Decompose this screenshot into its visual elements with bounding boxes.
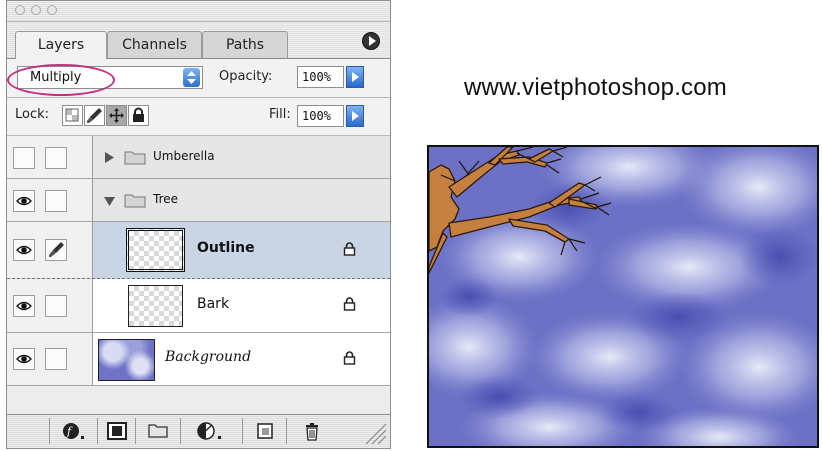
collapse-triangle-icon[interactable] — [104, 197, 115, 206]
right-arrow-icon — [352, 72, 359, 82]
padlock-icon — [133, 107, 144, 122]
cloud-tree-image — [429, 147, 817, 446]
tab-paths-label: Paths — [225, 37, 265, 53]
website-caption: www.vietphotoshop.com — [464, 74, 727, 101]
lock-fill-row: Lock: Fill: 100% — [7, 98, 390, 136]
blend-mode-select[interactable]: Multiply — [17, 66, 203, 89]
layer-style-icon: f — [63, 423, 84, 439]
blend-mode-value: Multiply — [30, 70, 82, 85]
folder-icon — [148, 424, 168, 438]
layer-thumbnail[interactable] — [126, 228, 185, 272]
link-toggle[interactable] — [45, 147, 67, 169]
link-toggle[interactable] — [45, 295, 67, 317]
expand-triangle-icon[interactable] — [105, 152, 114, 163]
adjustment-layer-icon — [197, 422, 221, 440]
tab-paths[interactable]: Paths — [202, 31, 288, 58]
move-icon — [109, 108, 124, 123]
close-window-button[interactable] — [15, 5, 25, 15]
add-layer-style-button[interactable]: f — [49, 418, 98, 444]
lock-icon — [343, 351, 356, 365]
visibility-toggle[interactable] — [13, 147, 35, 169]
layer-thumbnail[interactable] — [128, 285, 183, 327]
new-adjustment-layer-button[interactable] — [180, 418, 243, 444]
palette-menu-arrow-icon — [369, 36, 376, 46]
delete-layer-button[interactable] — [286, 418, 339, 444]
lock-icon — [343, 242, 356, 256]
layers-list-empty-area — [7, 386, 390, 415]
fill-label: Fill: — [269, 107, 291, 122]
layer-mask-icon — [107, 422, 127, 440]
layer-row-background[interactable]: Background — [7, 333, 390, 386]
opacity-slider-button[interactable] — [346, 66, 364, 88]
layers-list: Umberella Tree Outline Bark Background — [7, 136, 390, 415]
lock-label: Lock: — [15, 107, 50, 122]
checker-icon — [65, 108, 79, 122]
minimize-window-button[interactable] — [31, 5, 41, 15]
layer-row-umberella[interactable]: Umberella — [7, 136, 390, 179]
tab-layers[interactable]: Layers — [15, 31, 107, 59]
visibility-toggle[interactable] — [13, 190, 35, 212]
lock-image-pixels-button[interactable] — [84, 105, 105, 126]
palette-bottom-toolbar: f — [7, 414, 390, 448]
layers-palette: Channels Paths Layers Multiply Opacity: … — [6, 0, 391, 449]
palette-tab-strip: Channels Paths Layers — [7, 22, 390, 59]
right-arrow-icon — [352, 111, 359, 121]
layer-name: Tree — [153, 192, 179, 206]
lock-all-button[interactable] — [128, 105, 149, 126]
brush-icon — [87, 108, 102, 123]
trash-icon — [306, 423, 318, 441]
visibility-toggle[interactable] — [13, 295, 35, 317]
palette-titlebar — [7, 1, 390, 22]
layer-gutter — [7, 136, 93, 178]
layer-gutter — [7, 222, 93, 278]
resize-grip-icon[interactable] — [362, 420, 388, 446]
link-toggle[interactable] — [45, 239, 67, 261]
folder-icon — [124, 151, 146, 165]
eye-icon — [16, 196, 32, 206]
lock-transparency-button[interactable] — [62, 105, 83, 126]
tab-layers-label: Layers — [37, 37, 85, 53]
lock-position-button[interactable] — [106, 105, 127, 126]
visibility-toggle[interactable] — [13, 348, 35, 370]
opacity-field[interactable]: 100% — [297, 66, 344, 88]
layer-name: Outline — [197, 240, 255, 256]
opacity-label: Opacity: — [219, 69, 273, 84]
add-layer-mask-button[interactable] — [97, 418, 136, 444]
image-canvas — [427, 145, 819, 448]
lock-icon — [343, 297, 356, 311]
eye-icon — [16, 354, 32, 364]
blend-mode-stepper-icon — [183, 68, 200, 87]
fill-field[interactable]: 100% — [297, 105, 344, 127]
zoom-window-button[interactable] — [47, 5, 57, 15]
new-layer-icon — [257, 423, 273, 439]
layer-name: Bark — [197, 296, 230, 312]
layer-name: Background — [165, 349, 252, 365]
layer-gutter — [7, 279, 93, 332]
layer-name: Umberella — [153, 149, 215, 163]
new-group-button[interactable] — [135, 418, 181, 444]
layer-row-outline[interactable]: Outline — [7, 222, 390, 279]
link-toggle[interactable] — [45, 348, 67, 370]
visibility-toggle[interactable] — [13, 239, 35, 261]
layer-row-tree[interactable]: Tree — [7, 179, 390, 222]
eye-icon — [16, 245, 32, 255]
fill-slider-button[interactable] — [346, 105, 364, 127]
layer-gutter — [7, 179, 93, 221]
blend-options-row: Multiply Opacity: 100% — [7, 59, 390, 98]
layer-gutter — [7, 333, 93, 385]
palette-menu-button[interactable] — [362, 32, 380, 50]
link-toggle[interactable] — [45, 190, 67, 212]
layer-thumbnail[interactable] — [98, 339, 155, 381]
tab-channels[interactable]: Channels — [107, 31, 202, 58]
layer-row-bark[interactable]: Bark — [7, 279, 390, 333]
brush-icon — [49, 242, 64, 257]
tab-channels-label: Channels — [122, 37, 187, 53]
new-layer-button[interactable] — [242, 418, 287, 444]
eye-icon — [16, 301, 32, 311]
folder-icon — [124, 194, 146, 208]
